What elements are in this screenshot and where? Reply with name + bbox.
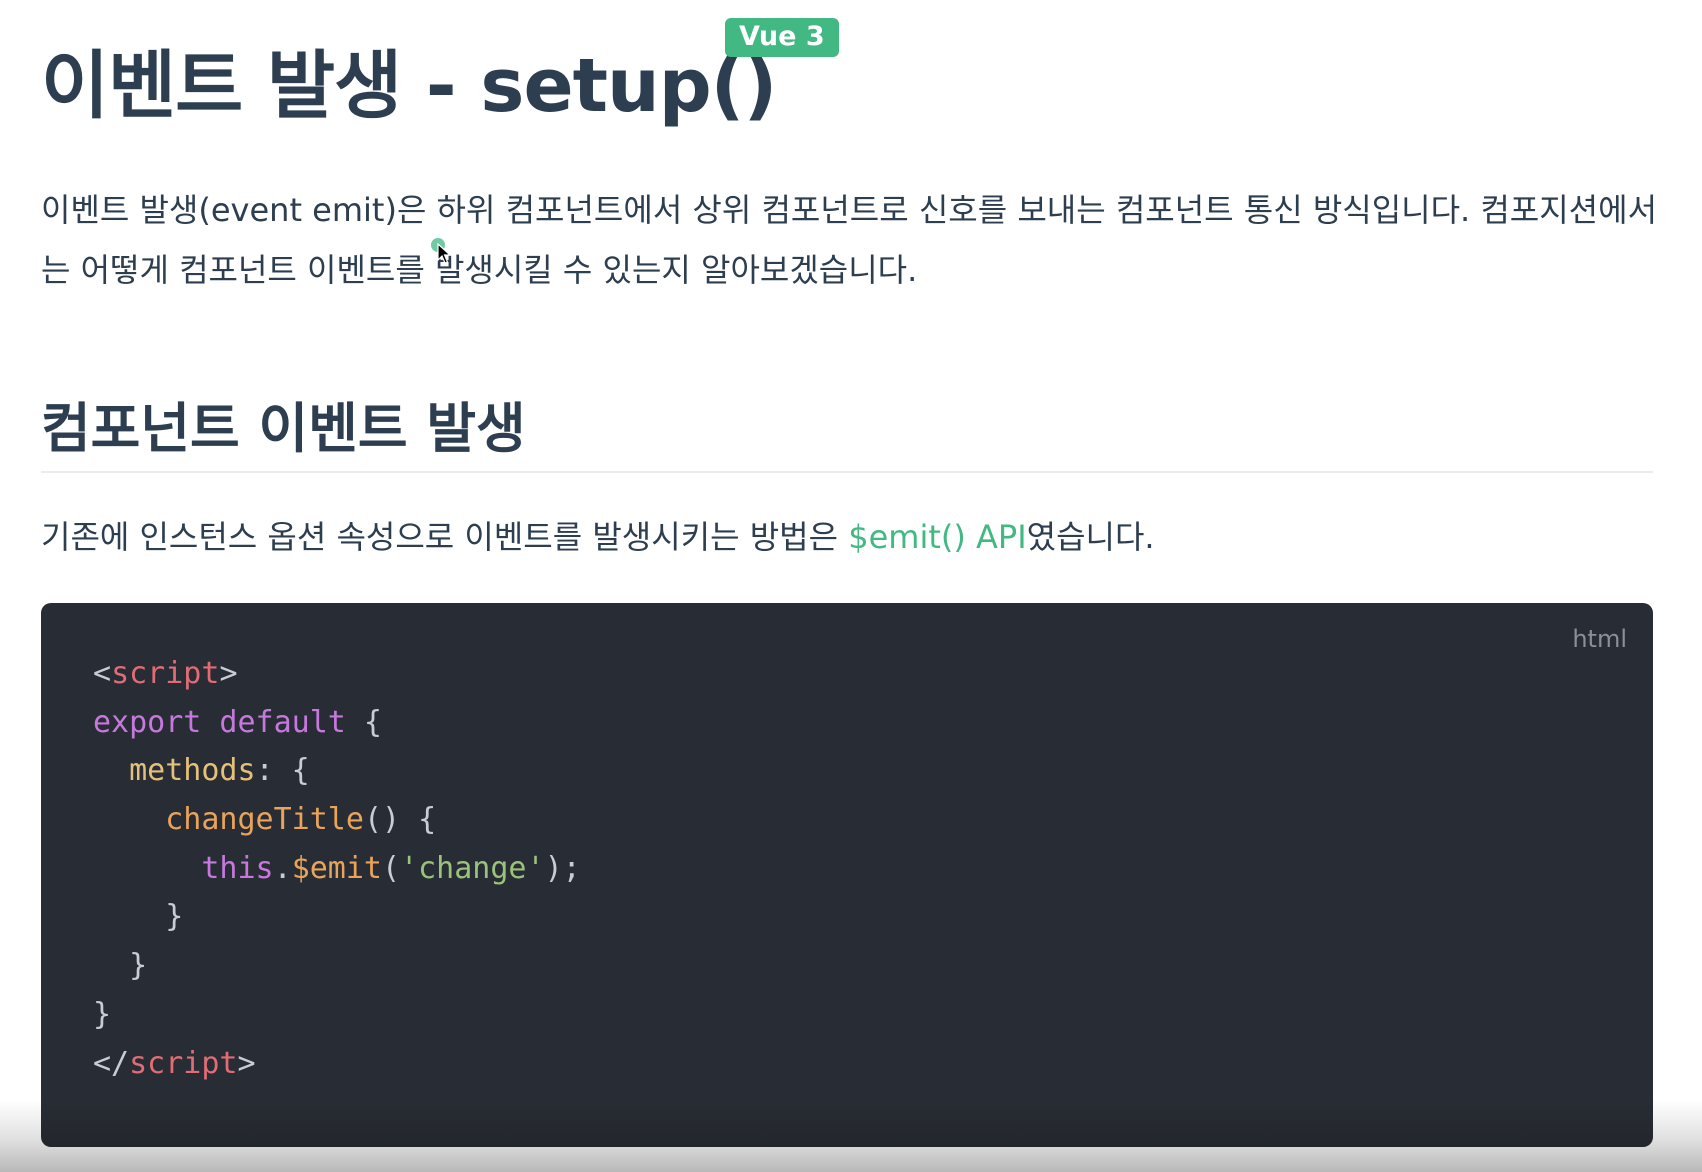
- code-line: }: [93, 942, 581, 991]
- code-token: >: [219, 656, 238, 691]
- code-line: <script>: [93, 650, 581, 699]
- mouse-cursor-icon: [437, 243, 452, 264]
- code-token: );: [544, 850, 581, 886]
- code-line: }: [93, 991, 581, 1040]
- code-token: (: [382, 850, 401, 886]
- code-token: .: [273, 850, 292, 886]
- code-line: changeTitle() {: [93, 796, 581, 845]
- code-token: script: [129, 1045, 238, 1081]
- code-line: </script>: [93, 1040, 581, 1089]
- code-line: export default {: [93, 699, 581, 748]
- code-token: }: [93, 899, 184, 935]
- code-token: {: [345, 704, 382, 740]
- code-token: <: [93, 656, 112, 691]
- code-line: }: [93, 893, 581, 942]
- code-token: </: [93, 1045, 130, 1081]
- code-token: }: [93, 996, 112, 1032]
- code-line: methods: {: [93, 747, 581, 796]
- code-token: changeTitle: [165, 802, 364, 838]
- code-content: <script> export default { methods: { chan…: [93, 650, 581, 1088]
- code-token: export default: [93, 704, 346, 740]
- code-token: this: [201, 850, 274, 886]
- section-heading: 컴포넌트 이벤트 발생: [41, 397, 526, 460]
- code-token: }: [93, 948, 148, 984]
- heading-divider: [41, 471, 1653, 473]
- emit-api-link[interactable]: $emit() API: [848, 518, 1026, 556]
- code-language-label: html: [1572, 625, 1627, 653]
- code-line: this.$emit('change');: [93, 845, 581, 894]
- code-token: >: [237, 1045, 256, 1081]
- section-description: 기존에 인스턴스 옵션 속성으로 이벤트를 발생시키는 방법은 $emit() …: [41, 512, 1155, 562]
- code-token: script: [111, 656, 220, 691]
- description-text-end: 였습니다.: [1026, 518, 1155, 556]
- code-token: $emit: [291, 850, 382, 886]
- title-row: 이벤트 발생 - setup() Vue 3: [41, 18, 1041, 129]
- code-token: : {: [255, 753, 310, 789]
- version-badge: Vue 3: [725, 18, 839, 57]
- page-title: 이벤트 발생 - setup(): [41, 43, 777, 129]
- code-token: 'change': [400, 850, 545, 886]
- description-text: 기존에 인스턴스 옵션 속성으로 이벤트를 발생시키는 방법은: [41, 518, 849, 556]
- intro-paragraph: 이벤트 발생(event emit)은 하위 컴포넌트에서 상위 컴포넌트로 신…: [41, 191, 1658, 289]
- code-block: html <script> export default { methods: {…: [41, 603, 1653, 1147]
- code-token: () {: [363, 802, 437, 838]
- code-token: methods: [129, 753, 256, 789]
